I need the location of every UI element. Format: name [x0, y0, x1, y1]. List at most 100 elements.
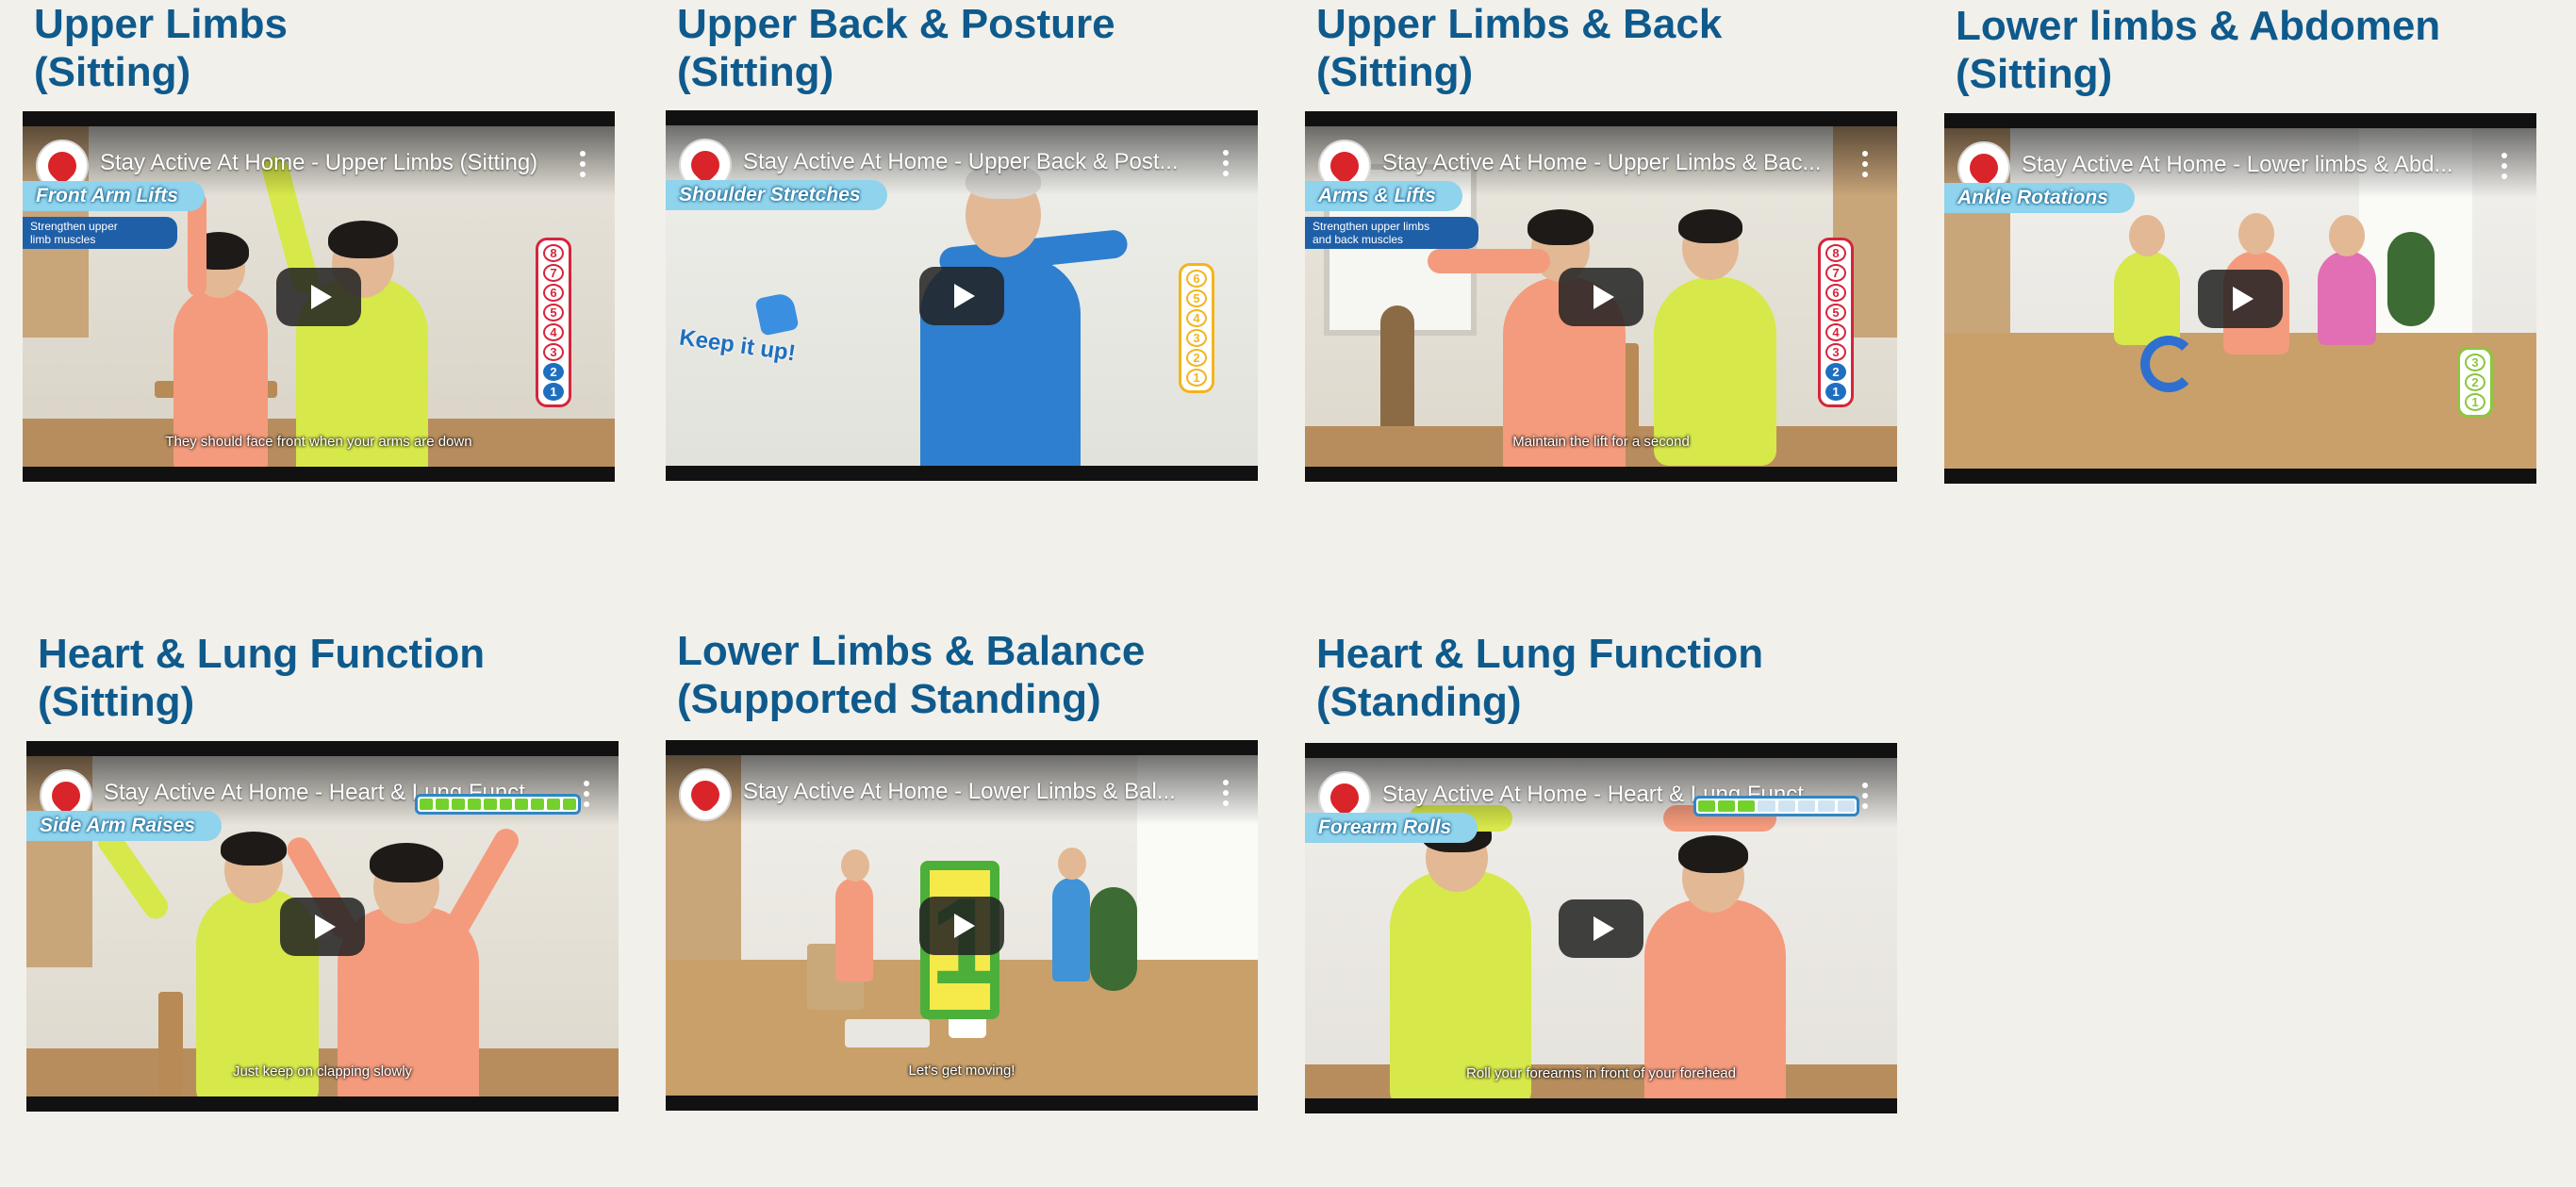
progress-segment: [451, 799, 465, 810]
counter-number: 4: [1825, 323, 1846, 341]
video-title[interactable]: Stay Active At Home - Lower Limbs & Bal.…: [743, 778, 1192, 806]
video-card: Heart & Lung Function (Standing) Stay Ac…: [1305, 630, 1897, 1113]
video-thumbnail: Stay Active At Home - Heart & Lung Funct…: [26, 756, 619, 1096]
counter-number: 4: [1186, 309, 1207, 327]
video-card: Upper Limbs (Sitting) Stay Active At Hom…: [23, 0, 615, 482]
video-player[interactable]: Stay Active At Home - Upper Limbs (Sitti…: [23, 111, 615, 482]
counter-number: 2: [1186, 349, 1207, 367]
card-heading: Lower Limbs & Balance (Supported Standin…: [677, 628, 1146, 722]
counter-number: 7: [1825, 264, 1846, 282]
video-card: Upper Limbs & Back (Sitting) Stay Active…: [1305, 0, 1897, 482]
counter-number: 3: [1186, 329, 1207, 347]
video-player[interactable]: Stay Active At Home - Heart & Lung Funct…: [1305, 743, 1897, 1113]
counter-number: 8: [543, 244, 564, 262]
video-caption: Roll your forearms in front of your fore…: [1466, 1065, 1736, 1081]
video-title[interactable]: Stay Active At Home - Upper Limbs & Bac.…: [1382, 149, 1831, 177]
kebab-menu-icon[interactable]: [583, 781, 590, 807]
play-button[interactable]: [2198, 269, 2283, 328]
progress-segment: [1837, 800, 1855, 812]
video-player[interactable]: Stay Active At Home - Upper Limbs & Bac.…: [1305, 111, 1897, 482]
play-icon: [1593, 284, 1614, 309]
video-player[interactable]: Stay Active At Home - Upper Back & Post.…: [666, 110, 1258, 481]
kebab-menu-icon[interactable]: [1861, 783, 1869, 809]
progress-segment: [1758, 800, 1775, 812]
segment-label: Side Arm Raises: [26, 811, 222, 841]
kebab-menu-icon[interactable]: [1222, 780, 1230, 806]
play-icon: [1593, 915, 1614, 941]
counter-number: 1: [1825, 383, 1846, 401]
video-title[interactable]: Stay Active At Home - Upper Back & Post.…: [743, 148, 1192, 176]
counter-number: 3: [1825, 343, 1846, 361]
progress-segment: [1777, 800, 1795, 812]
counter-number: 2: [2465, 373, 2485, 391]
counter-number: 5: [543, 304, 564, 321]
play-icon: [2233, 286, 2254, 311]
channel-logo-icon[interactable]: [679, 768, 732, 821]
video-player[interactable]: 1 Stay Active At Home - Lower Limbs & Ba…: [666, 740, 1258, 1111]
video-thumbnail: 1 Stay Active At Home - Lower Limbs & Ba…: [666, 755, 1258, 1096]
segment-label: Forearm Rolls: [1305, 813, 1478, 843]
progress-segment: [1698, 800, 1716, 812]
play-button[interactable]: [1559, 267, 1643, 326]
counter-number: 1: [543, 383, 564, 401]
progress-segment: [435, 799, 449, 810]
video-player[interactable]: Stay Active At Home - Lower limbs & Abd.…: [1944, 113, 2536, 484]
video-caption: Let's get moving!: [908, 1063, 1016, 1079]
video-card: Lower Limbs & Balance (Supported Standin…: [666, 627, 1258, 1111]
counter-number: 5: [1825, 304, 1846, 321]
counter-number: 3: [543, 343, 564, 361]
progress-segment: [467, 799, 481, 810]
card-heading: Upper Back & Posture (Sitting): [677, 1, 1115, 95]
play-button[interactable]: [276, 267, 361, 326]
segment-label: Shoulder Stretches: [666, 180, 887, 210]
play-button[interactable]: [1559, 898, 1643, 958]
rep-counter: 3 2 1: [2457, 347, 2493, 418]
play-icon: [311, 284, 332, 309]
counter-number: 6: [1186, 270, 1207, 288]
progress-segment: [1718, 800, 1736, 812]
segment-label: Ankle Rotations: [1944, 183, 2135, 213]
video-thumbnail: Stay Active At Home - Heart & Lung Funct…: [1305, 758, 1897, 1098]
video-caption: Just keep on clapping slowly: [232, 1063, 413, 1080]
kebab-menu-icon[interactable]: [579, 151, 586, 177]
video-title[interactable]: Stay Active At Home - Lower limbs & Abd.…: [2022, 151, 2470, 179]
kebab-menu-icon[interactable]: [1861, 151, 1869, 177]
progress-segment: [499, 799, 513, 810]
play-button[interactable]: [919, 896, 1004, 955]
progress-segment: [420, 799, 433, 810]
progress-segment: [1738, 800, 1756, 812]
video-player[interactable]: Stay Active At Home - Heart & Lung Funct…: [26, 741, 619, 1112]
counter-number: 8: [1825, 244, 1846, 262]
progress-segment: [563, 799, 577, 810]
play-icon: [954, 283, 975, 308]
progress-segment: [531, 799, 545, 810]
video-title[interactable]: Stay Active At Home - Upper Limbs (Sitti…: [100, 149, 549, 177]
card-heading: Upper Limbs (Sitting): [34, 1, 288, 95]
segment-label: Front Arm Lifts: [23, 181, 205, 211]
rep-counter: 8 7 6 5 4 3 2 1: [1818, 238, 1854, 407]
counter-number: 4: [543, 323, 564, 341]
progress-bar: [415, 794, 581, 815]
card-heading: Heart & Lung Function (Sitting): [38, 631, 486, 725]
play-button[interactable]: [919, 266, 1004, 325]
card-heading: Lower limbs & Abdomen (Sitting): [1956, 3, 2441, 97]
kebab-menu-icon[interactable]: [2501, 153, 2508, 179]
counter-number: 3: [2465, 354, 2485, 371]
counter-number: 1: [2465, 393, 2485, 411]
exercise-tag: Strengthen upper limbs and back muscles: [1305, 217, 1478, 249]
segment-label: Arms & Lifts: [1305, 181, 1462, 211]
video-caption: They should face front when your arms ar…: [165, 434, 472, 450]
progress-segment: [483, 799, 497, 810]
kebab-menu-icon[interactable]: [1222, 150, 1230, 176]
counter-number: 5: [1186, 289, 1207, 307]
counter-number: 7: [543, 264, 564, 282]
counter-number: 2: [543, 363, 564, 381]
progress-segment: [1797, 800, 1815, 812]
rotation-arrow-icon: [2140, 336, 2197, 392]
video-card: Upper Back & Posture (Sitting) Stay Acti…: [666, 0, 1258, 481]
play-button[interactable]: [280, 897, 365, 956]
progress-bar: [1693, 796, 1859, 816]
counter-number: 6: [1825, 284, 1846, 302]
progress-segment: [515, 799, 529, 810]
rep-counter: 65 4 3 2 1: [1179, 263, 1214, 393]
